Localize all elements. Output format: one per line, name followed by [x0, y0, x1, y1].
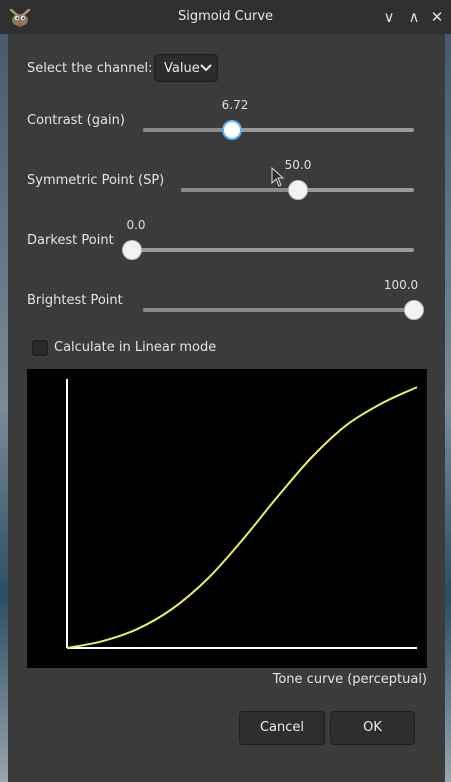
brightest-point-slider[interactable]	[143, 300, 424, 320]
minimize-button[interactable]: ∨	[378, 6, 400, 28]
sigmoid-curve-dialog: Sigmoid Curve ∨ ∧ ✕ Select the channel: …	[0, 0, 451, 782]
title-bar[interactable]: Sigmoid Curve ∨ ∧ ✕	[0, 0, 451, 35]
symmetric-point-slider-handle[interactable]	[288, 180, 308, 200]
channel-select[interactable]: Value	[154, 54, 218, 82]
mouse-pointer-icon	[271, 167, 285, 187]
brightest-point-slider-fill	[143, 308, 414, 312]
symmetric-point-value: 50.0	[284, 158, 312, 172]
symmetric-point-slider-fill	[181, 188, 298, 192]
contrast-slider[interactable]	[143, 120, 414, 140]
channel-select-value: Value	[164, 61, 200, 76]
chevron-down-icon	[200, 64, 212, 72]
tone-curve-line	[66, 386, 418, 649]
linear-mode-checkbox[interactable]	[32, 340, 48, 356]
darkest-point-value: 0.0	[126, 218, 146, 232]
brightest-point-slider-handle[interactable]	[404, 300, 424, 320]
cancel-button[interactable]: Cancel	[239, 711, 325, 745]
brightest-point-label: Brightest Point	[27, 293, 123, 308]
symmetric-point-slider[interactable]	[181, 180, 414, 200]
window-edge-right	[445, 34, 451, 782]
maximize-button[interactable]: ∧	[403, 6, 425, 28]
linear-mode-label[interactable]: Calculate in Linear mode	[54, 340, 216, 355]
darkest-point-slider[interactable]	[122, 240, 414, 260]
ok-button[interactable]: OK	[330, 711, 415, 745]
contrast-slider-fill	[143, 128, 232, 132]
window-edge-left	[0, 34, 8, 782]
brightest-point-value: 100.0	[383, 278, 419, 292]
close-button[interactable]: ✕	[426, 6, 448, 28]
tone-curve-caption: Tone curve (perceptual)	[272, 672, 427, 687]
darkest-point-slider-handle[interactable]	[122, 240, 142, 260]
contrast-slider-handle[interactable]	[222, 120, 242, 140]
contrast-value: 6.72	[221, 98, 249, 112]
tone-curve-preview	[27, 369, 427, 668]
tone-curve-graph	[66, 379, 418, 649]
darkest-point-label: Darkest Point	[27, 233, 114, 248]
dialog-content: Select the channel: Value Contrast (gain…	[8, 34, 445, 782]
channel-label: Select the channel:	[27, 61, 153, 76]
symmetric-point-label: Symmetric Point (SP)	[27, 173, 165, 188]
contrast-label: Contrast (gain)	[27, 113, 125, 128]
